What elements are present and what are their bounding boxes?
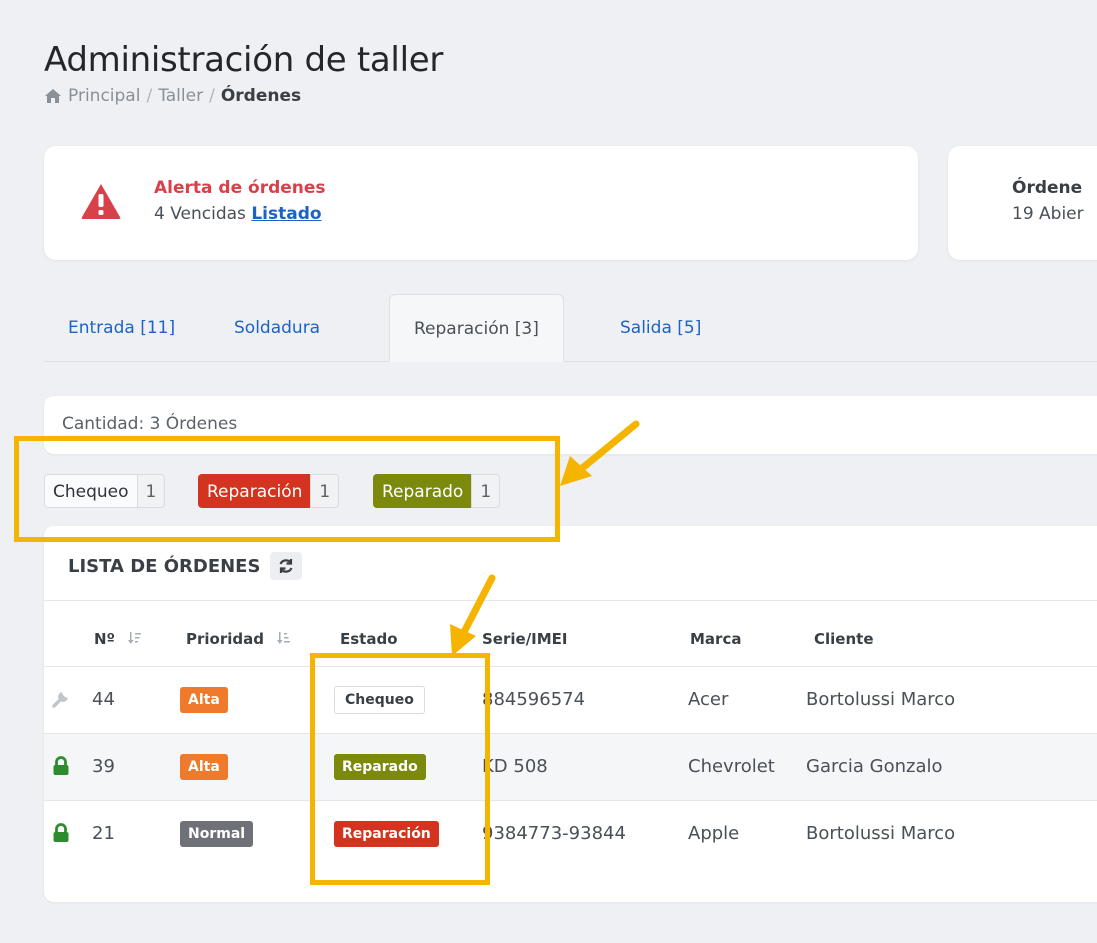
tab-entrada[interactable]: Entrada [11] (44, 294, 199, 362)
column-header-estado[interactable]: Estado (340, 630, 398, 648)
table-row[interactable]: 44 Alta Chequeo 884596574 Acer Bortoluss… (44, 667, 1097, 734)
arrowhead-icon (560, 456, 592, 486)
serial-cell: KD 508 (482, 756, 548, 777)
breadcrumb-taller[interactable]: Taller (158, 86, 203, 106)
quantity-text: Cantidad: 3 Órdenes (62, 414, 238, 434)
priority-cell: Alta (180, 667, 228, 733)
divider (44, 600, 1097, 601)
column-label: Prioridad (186, 630, 264, 648)
orders-list-card: LISTA DE ÓRDENES Nº Prioridad Estado Ser… (44, 526, 1097, 902)
priority-badge: Normal (180, 821, 254, 847)
column-header-cliente[interactable]: Cliente (814, 630, 874, 648)
column-header-marca[interactable]: Marca (690, 630, 741, 648)
table-row[interactable]: 21 Normal Reparación 9384773-93844 Apple… (44, 801, 1097, 867)
serial-cell: 884596574 (482, 689, 586, 710)
order-number: 39 (92, 756, 115, 777)
open-orders-card: Órdene 19 Abier (948, 146, 1097, 260)
alert-list-link[interactable]: Listado (251, 204, 321, 224)
breadcrumb-home[interactable]: Principal (68, 86, 140, 106)
serial-cell: 9384773-93844 (482, 823, 626, 844)
open-orders-title: Órdene (1012, 178, 1083, 198)
breadcrumb: Principal / Taller / Órdenes (44, 86, 301, 106)
lock-icon (53, 823, 69, 842)
breadcrumb-current: Órdenes (220, 86, 302, 106)
tab-soldadura[interactable]: Soldadura (210, 294, 344, 362)
table-row[interactable]: 39 Alta Reparado KD 508 Chevrolet Garcia… (44, 734, 1097, 801)
highlight-box-status-column (310, 653, 490, 885)
order-number: 21 (92, 823, 115, 844)
refresh-icon (279, 559, 293, 573)
alert-subtitle: 4 Vencidas Listado (154, 204, 322, 224)
sort-asc-icon (277, 632, 291, 644)
lock-icon (53, 756, 69, 775)
column-header-serie[interactable]: Serie/IMEI (482, 630, 568, 648)
refresh-button[interactable] (270, 552, 303, 580)
wrench-icon (52, 692, 68, 708)
alert-card: Alerta de órdenes 4 Vencidas Listado (44, 146, 918, 260)
priority-badge: Alta (180, 754, 228, 780)
sort-desc-icon (128, 632, 142, 644)
highlight-box-status-counts (14, 436, 560, 542)
brand-cell: Chevrolet (688, 756, 775, 777)
warning-triangle-icon (81, 184, 121, 219)
client-cell: Bortolussi Marco (806, 689, 956, 710)
brand-cell: Acer (688, 689, 729, 710)
tab-salida[interactable]: Salida [5] (596, 294, 725, 362)
home-icon[interactable] (44, 88, 62, 104)
client-cell: Garcia Gonzalo (806, 756, 943, 777)
alert-count: 4 Vencidas (154, 204, 246, 224)
column-header-numero[interactable]: Nº (94, 630, 142, 648)
list-title: LISTA DE ÓRDENES (68, 555, 261, 577)
list-header: LISTA DE ÓRDENES (68, 552, 303, 580)
brand-cell: Apple (688, 823, 740, 844)
priority-badge: Alta (180, 687, 228, 713)
breadcrumb-separator: / (209, 86, 215, 106)
breadcrumb-separator: / (146, 86, 153, 106)
alert-title: Alerta de órdenes (154, 178, 326, 198)
order-number: 44 (92, 689, 115, 710)
priority-cell: Normal (180, 801, 254, 867)
tab-bar: Entrada [11] Soldadura Reparación [3] Sa… (44, 294, 1097, 362)
priority-cell: Alta (180, 734, 228, 800)
open-orders-subtitle: 19 Abier (1012, 204, 1084, 224)
column-header-prioridad[interactable]: Prioridad (186, 630, 291, 648)
page-title: Administración de taller (44, 40, 444, 80)
tab-reparacion[interactable]: Reparación [3] (389, 294, 564, 362)
column-label: Nº (94, 630, 116, 648)
client-cell: Bortolussi Marco (806, 823, 956, 844)
